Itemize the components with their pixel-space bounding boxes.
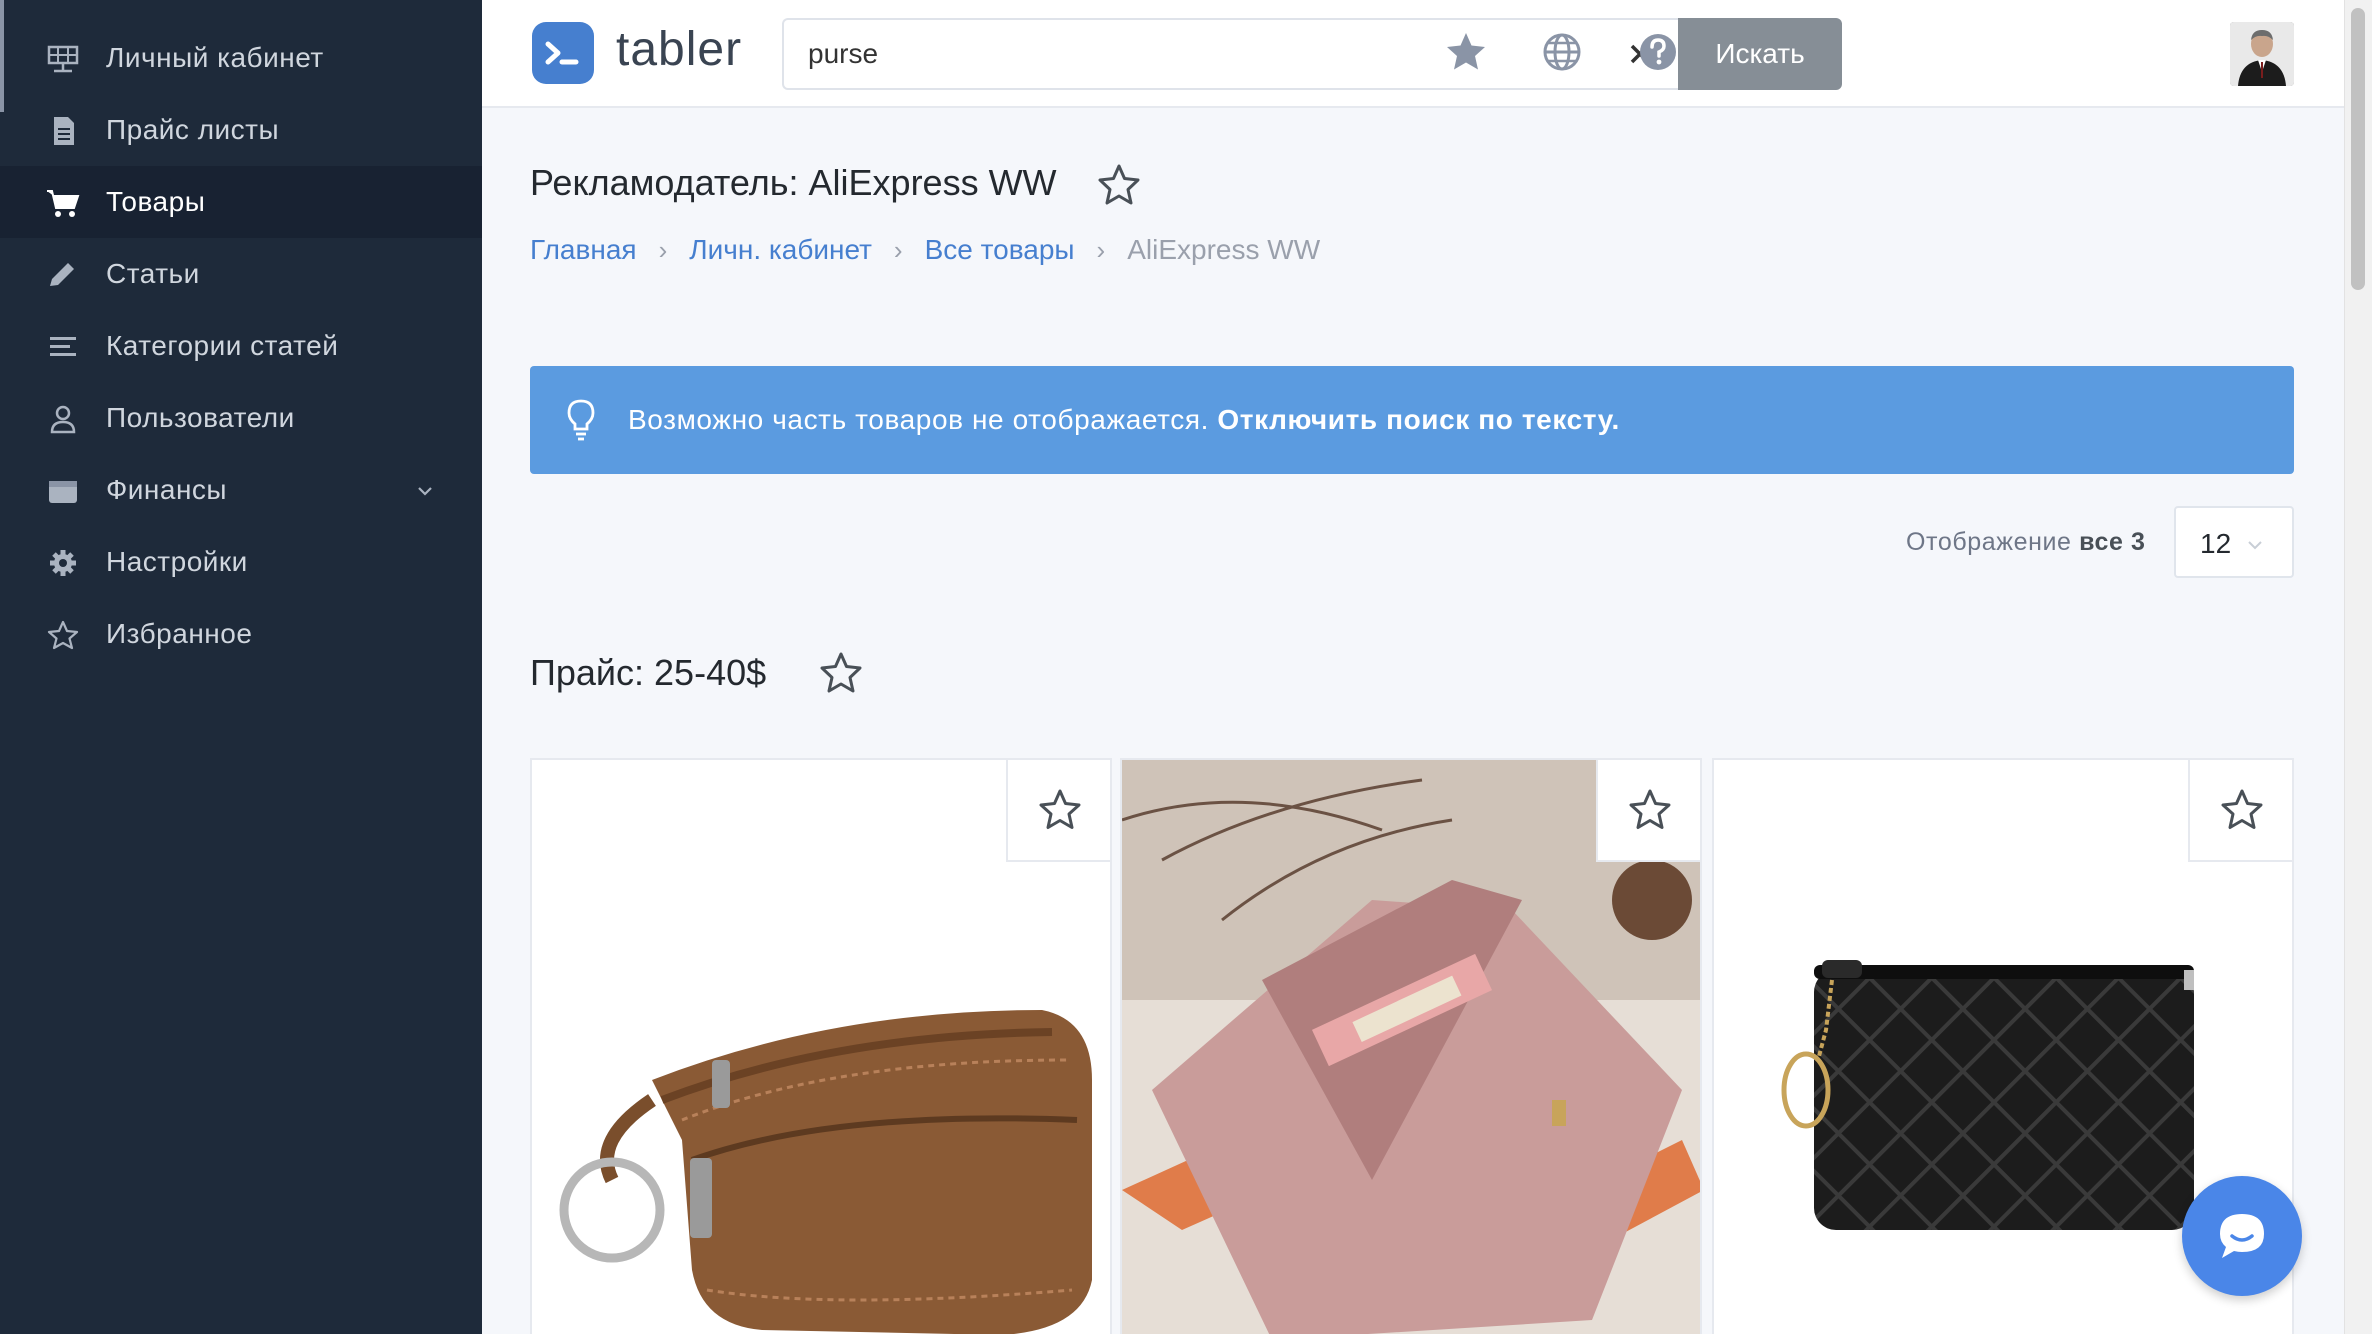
breadcrumb-all-products[interactable]: Все товары [925, 234, 1075, 266]
globe-icon[interactable] [1540, 30, 1584, 74]
terminal-icon [545, 41, 579, 65]
sidebar-item-products[interactable]: Товары [0, 166, 482, 238]
section-title: Прайс: 25-40$ [530, 652, 767, 693]
favorite-button[interactable] [2188, 760, 2292, 862]
display-count: Отображение все 3 [1906, 528, 2146, 557]
product-card[interactable] [1120, 758, 1702, 1334]
chevron-down-icon [418, 487, 432, 496]
page-scrollbar[interactable] [2344, 0, 2372, 1334]
breadcrumb-current: AliExpress WW [1127, 234, 1321, 265]
star-icon[interactable] [818, 650, 864, 696]
sidebar-item-label: Прайс листы [106, 114, 280, 145]
avatar-image [2230, 22, 2294, 86]
sidebar: Личный кабинет Прайс листы Товары Статьи… [0, 0, 482, 1334]
favorite-button[interactable] [1596, 760, 1700, 862]
sidebar-item-label: Статьи [106, 258, 200, 289]
search-button[interactable]: Искать [1678, 18, 1842, 90]
breadcrumb-cabinet[interactable]: Личн. кабинет [689, 234, 872, 266]
document-icon [54, 117, 74, 145]
sidebar-item-label: Избранное [106, 618, 253, 649]
sidebar-item-label: Финансы [106, 474, 228, 505]
pencil-icon [50, 263, 74, 286]
display-count-value: все 3 [2079, 528, 2146, 556]
logo-text: tabler [616, 23, 743, 76]
favorite-button[interactable] [1006, 760, 1110, 862]
chevron-down-icon [2248, 541, 2262, 550]
top-header: tabler Искать [482, 0, 2344, 108]
sidebar-item-label: Пользователи [106, 402, 295, 433]
per-page-value: 12 [2200, 528, 2232, 559]
display-prefix: Отображение [1906, 528, 2072, 556]
star-icon [2221, 789, 2263, 829]
chat-bubble-icon [2220, 1214, 2264, 1258]
star-icon[interactable] [1444, 30, 1488, 74]
sidebar-item-articles[interactable]: Статьи [0, 238, 482, 310]
breadcrumb-separator: › [893, 234, 903, 265]
per-page-select[interactable]: 12 [2174, 506, 2294, 578]
sidebar-item-article-categories[interactable]: Категории статей [0, 310, 482, 382]
star-icon [1629, 789, 1671, 829]
star-icon[interactable] [1096, 162, 1142, 208]
breadcrumb: Главная › Личн. кабинет › Все товары › A… [530, 234, 1320, 266]
sidebar-item-settings[interactable]: Настройки [0, 526, 482, 598]
tabler-logo[interactable] [532, 22, 594, 84]
avatar[interactable] [2230, 22, 2294, 86]
help-icon[interactable] [1636, 30, 1680, 74]
sidebar-item-label: Личный кабинет [106, 42, 324, 73]
alert-message: Возможно часть товаров не отображается. … [628, 404, 1620, 436]
sidebar-item-label: Категории статей [106, 330, 339, 361]
scrollbar-thumb[interactable] [2351, 8, 2365, 290]
user-icon [50, 405, 76, 434]
list-icon [50, 337, 76, 356]
sidebar-item-favorites[interactable]: Избранное [0, 598, 482, 670]
cart-icon [47, 190, 80, 217]
sidebar-item-users[interactable]: Пользователи [0, 382, 482, 454]
sidebar-item-finance[interactable]: Финансы [0, 454, 482, 526]
breadcrumb-separator: › [1096, 234, 1106, 265]
star-icon [1039, 789, 1081, 829]
breadcrumb-home[interactable]: Главная [530, 234, 637, 266]
breadcrumb-separator: › [658, 234, 668, 265]
info-alert: Возможно часть товаров не отображается. … [530, 366, 2294, 474]
sidebar-item-label: Настройки [106, 546, 248, 577]
sidebar-item-dashboard[interactable]: Личный кабинет [0, 22, 482, 94]
star-icon [47, 620, 79, 650]
alert-text: Возможно часть товаров не отображается. [628, 404, 1210, 435]
page-title: Рекламодатель: AliExpress WW [530, 162, 1057, 203]
lightbulb-icon [567, 399, 595, 441]
sidebar-item-price-lists[interactable]: Прайс листы [0, 94, 482, 166]
wallet-icon [49, 481, 77, 503]
disable-text-search-link[interactable]: Отключить поиск по тексту. [1217, 404, 1619, 435]
dashboard-icon [47, 45, 79, 73]
product-card[interactable] [530, 758, 1112, 1334]
chat-button[interactable] [2182, 1176, 2302, 1296]
sidebar-item-label: Товары [106, 186, 206, 217]
gear-icon [50, 550, 76, 576]
